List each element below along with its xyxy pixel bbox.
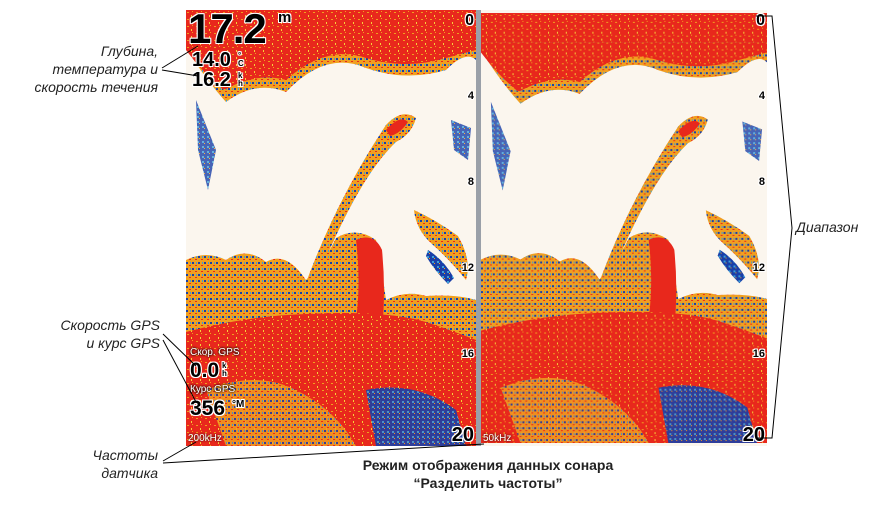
depth-scale-4: 4	[758, 90, 765, 102]
callout-depth-temp-speed: Глубина, температура и скорость течения	[34, 43, 158, 95]
frequency-label: 200kHz	[188, 433, 222, 444]
callout-range: Диапазон	[796, 219, 859, 235]
depth-scale-20: 20	[451, 424, 474, 446]
current-speed-readout: 16.2	[192, 69, 231, 91]
depth-unit: m	[278, 10, 292, 26]
depth-scale-0: 0	[756, 12, 765, 29]
depth-scale-20: 20	[742, 424, 765, 446]
sonar-image-50khz	[481, 13, 767, 443]
gps-course-label: Курс GPS	[190, 384, 236, 395]
gps-speed-readout: 0.0	[190, 359, 220, 382]
callout-gps-speed-course: Скорость GPS и курс GPS	[60, 317, 160, 351]
depth-scale-16: 16	[461, 348, 474, 360]
current-speed-unit: kh	[238, 71, 243, 88]
sonar-panel-50khz: 0 4 8 12 16 20 50kHz	[481, 10, 767, 446]
depth-scale-4: 4	[467, 90, 474, 102]
temperature-readout: 14.0	[192, 49, 231, 71]
gps-speed-label: Скор. GPS	[190, 347, 240, 358]
callout-transducer-frequency: Частоты датчика	[92, 447, 158, 481]
gps-course-unit: °M	[232, 399, 245, 410]
temperature-unit: ° C	[238, 51, 244, 68]
depth-scale-0: 0	[465, 12, 474, 29]
gps-speed-unit: kh	[222, 361, 227, 378]
depth-scale-12: 12	[461, 262, 474, 274]
figure-caption: Режим отображения данных сонара “Раздели…	[362, 457, 614, 491]
depth-scale-12: 12	[752, 262, 765, 274]
gps-course-readout: 356	[190, 397, 226, 420]
depth-scale-8: 8	[758, 176, 765, 188]
frequency-label: 50kHz	[483, 433, 512, 444]
depth-readout: 17.2	[188, 10, 267, 52]
depth-scale-8: 8	[467, 176, 474, 188]
sonar-panel-200khz: 17.2 m 14.0 ° C 16.2 kh Скор. GPS 0.0 kh …	[186, 10, 476, 446]
depth-scale-16: 16	[752, 348, 765, 360]
